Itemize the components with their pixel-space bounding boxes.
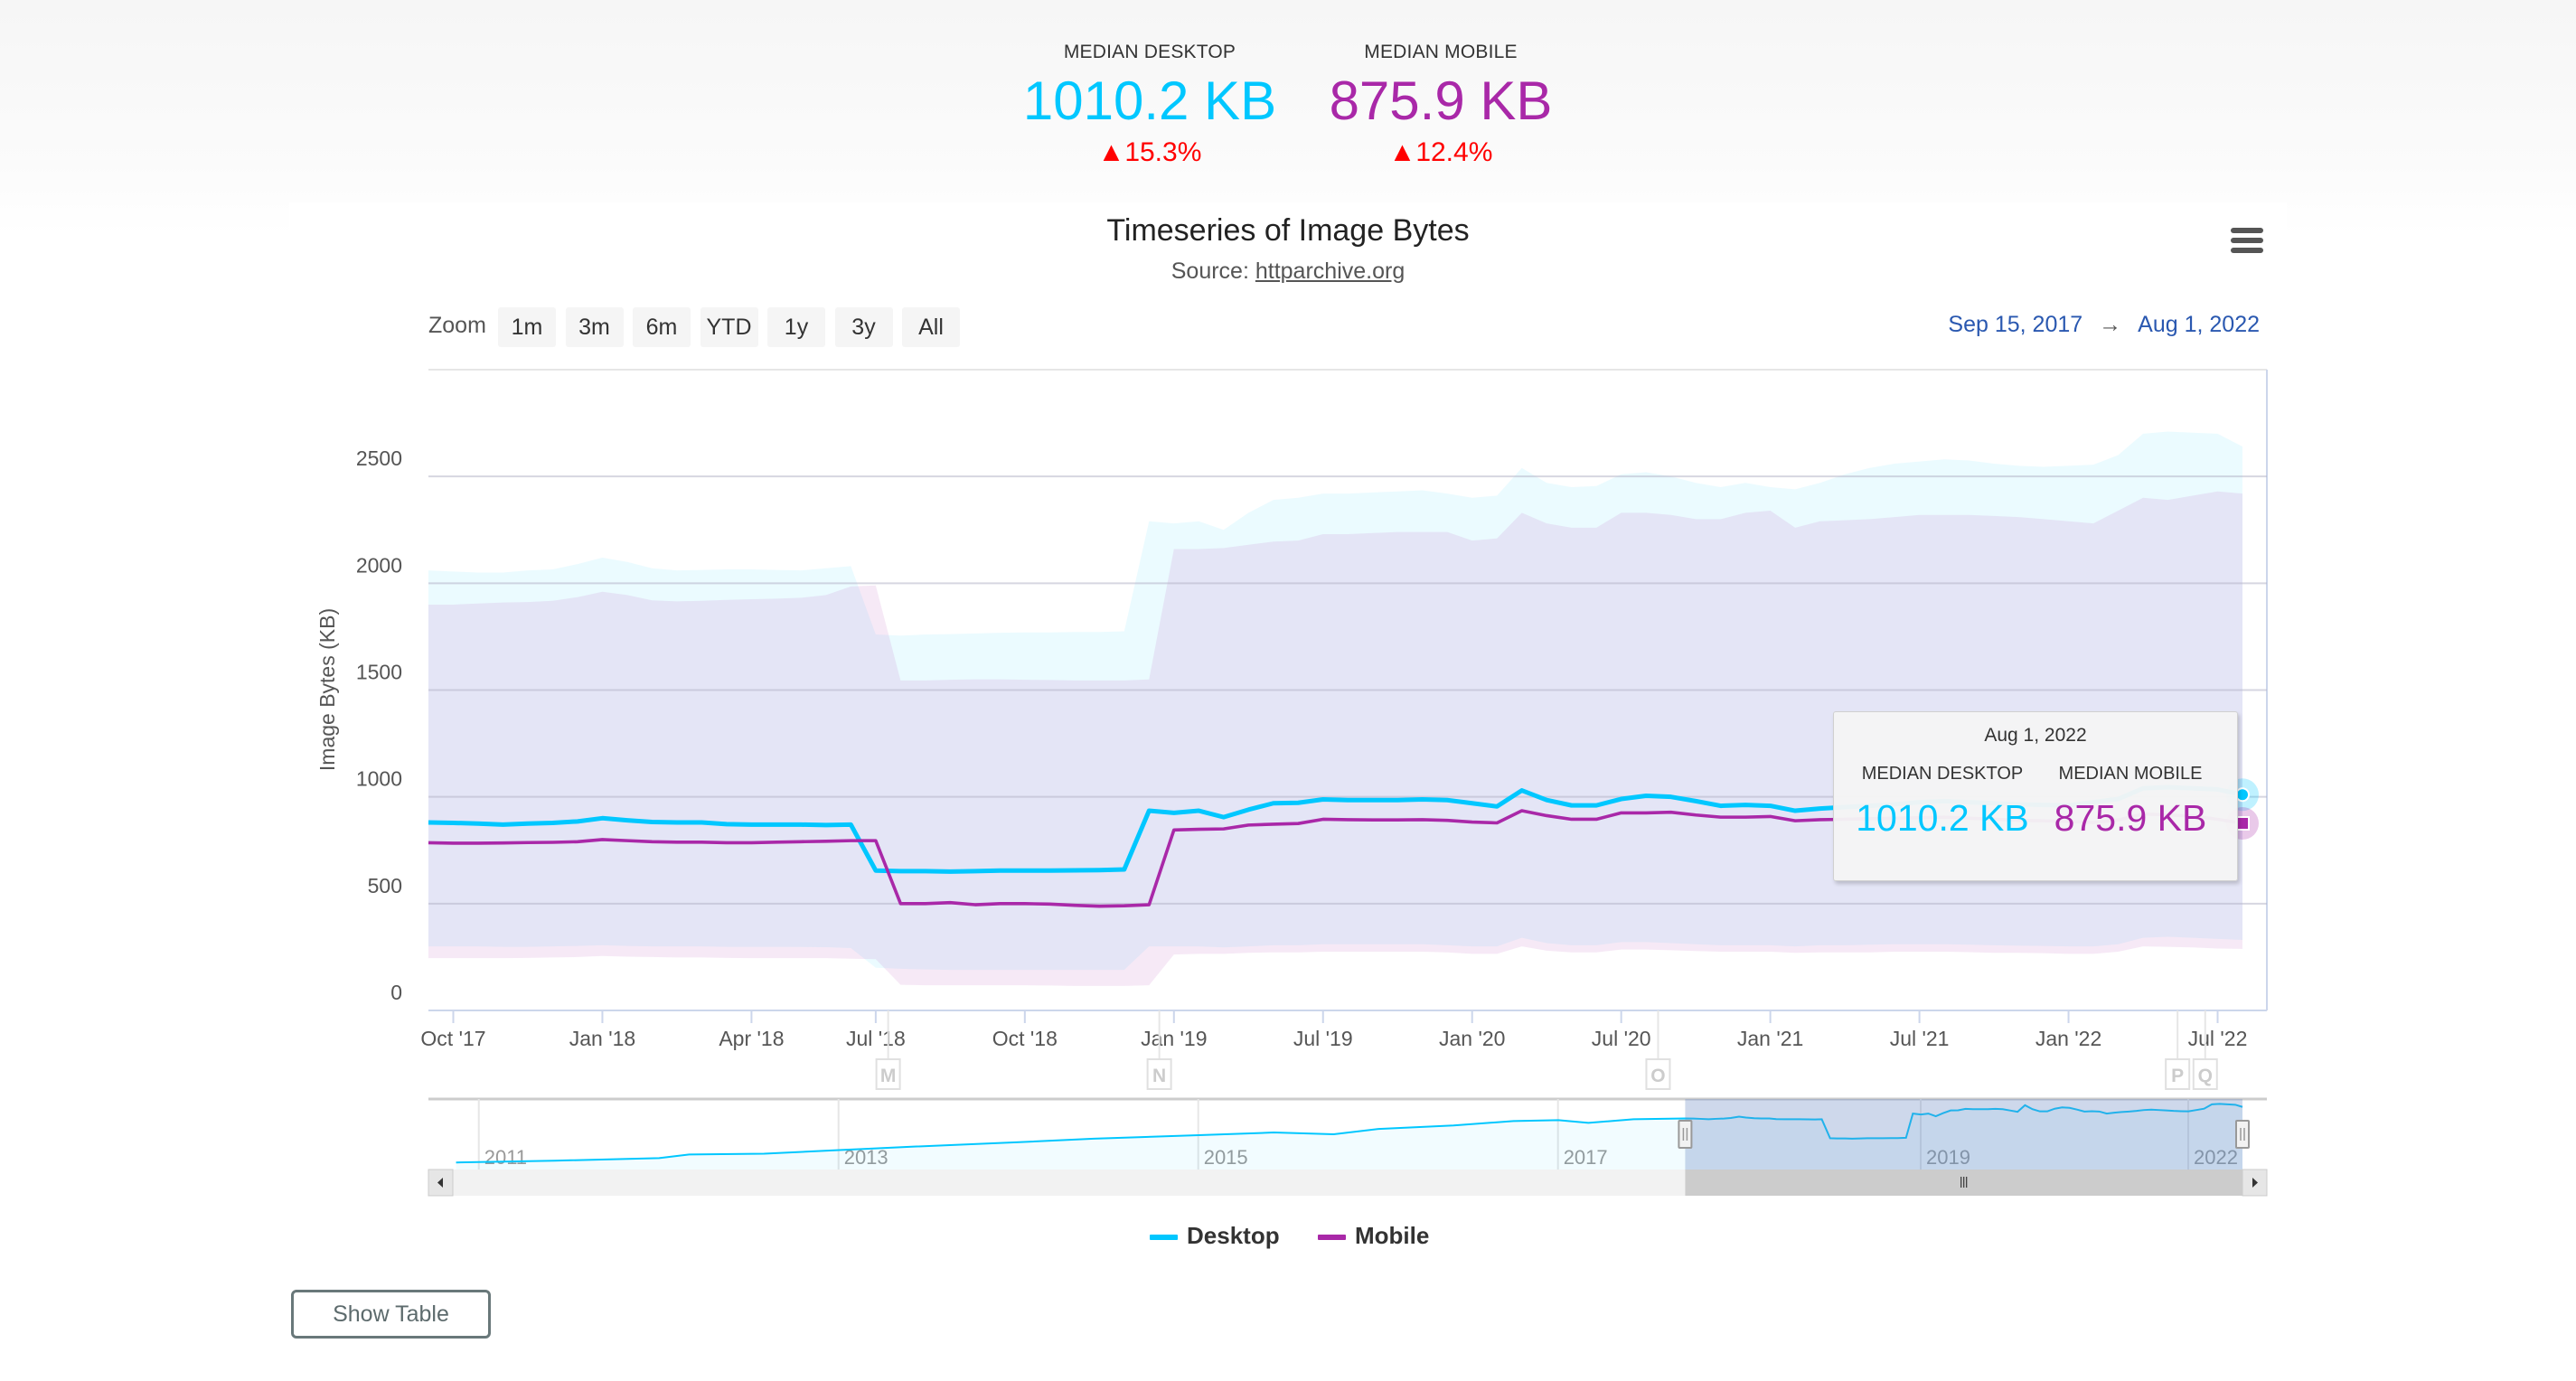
- x-tick-label: Apr '18: [719, 1027, 784, 1050]
- y-tick-label: 500: [368, 874, 402, 897]
- mobile-swatch-icon: [1318, 1235, 1346, 1241]
- tooltip-desktop-value: 1010.2 KB: [1856, 797, 2029, 839]
- tooltip-desktop: MEDIAN DESKTOP 1010.2 KB: [1854, 764, 2031, 840]
- x-tick-label: Jan '21: [1737, 1027, 1803, 1050]
- legend-desktop-label: Desktop: [1187, 1222, 1280, 1249]
- desktop-hover-marker: [2235, 787, 2250, 803]
- flag-label: N: [1152, 1066, 1166, 1086]
- x-tick-label: Jul '21: [1890, 1027, 1950, 1050]
- y-tick-label: 1500: [356, 661, 402, 684]
- y-tick-label: 1000: [356, 767, 402, 791]
- navigator-handle-left[interactable]: [1678, 1120, 1693, 1149]
- y-axis-title: Image Bytes (KB): [315, 608, 339, 771]
- x-tick-label: Oct '18: [992, 1027, 1058, 1050]
- x-tick-label: Jul '19: [1293, 1027, 1353, 1050]
- desktop-swatch-icon: [1150, 1235, 1178, 1241]
- y-tick-label: 0: [390, 981, 402, 1004]
- flag-label: Q: [2198, 1066, 2213, 1086]
- flag-label: M: [880, 1066, 897, 1086]
- chart-svg: 0 500 1000 1500 2000 2500 Image Bytes (KB) Oct …: [315, 369, 2268, 1197]
- x-tick-label: Oct '17: [420, 1027, 485, 1050]
- show-table-button[interactable]: Show Table: [291, 1290, 491, 1339]
- mobile-hover-marker: [2235, 815, 2250, 831]
- tooltip-date: Aug 1, 2022: [1984, 725, 2087, 746]
- tooltip-mobile: MEDIAN MOBILE 875.9 KB: [2040, 764, 2221, 840]
- navigator-handle-right[interactable]: [2235, 1120, 2250, 1149]
- navigator-selection[interactable]: [1685, 1099, 2242, 1170]
- x-tick-label: Jan '20: [1439, 1027, 1505, 1050]
- x-tick-label: Jan '18: [569, 1027, 635, 1050]
- tooltip-mobile-label: MEDIAN MOBILE: [2058, 764, 2203, 784]
- x-tick-label: Jan '22: [2035, 1027, 2101, 1050]
- legend-mobile-label: Mobile: [1355, 1222, 1430, 1249]
- legend-item-desktop[interactable]: Desktop: [1150, 1222, 1280, 1250]
- legend-item-mobile[interactable]: Mobile: [1318, 1222, 1429, 1250]
- y-tick-label: 2500: [356, 446, 402, 470]
- x-tick-label: Jul '22: [2188, 1027, 2248, 1050]
- flag-label: O: [1650, 1066, 1665, 1086]
- tooltip-desktop-label: MEDIAN DESKTOP: [1861, 764, 2024, 784]
- tooltip: Aug 1, 2022 MEDIAN DESKTOP 1010.2 KB MED…: [1833, 711, 2238, 881]
- x-tick-label: Jan '19: [1141, 1027, 1207, 1050]
- x-tick-label: Jul '20: [1592, 1027, 1651, 1050]
- y-tick-label: 2000: [356, 553, 402, 577]
- tooltip-mobile-value: 875.9 KB: [2054, 797, 2207, 839]
- x-tick-label: Jul '18: [846, 1027, 906, 1050]
- flag-label: P: [2171, 1066, 2184, 1086]
